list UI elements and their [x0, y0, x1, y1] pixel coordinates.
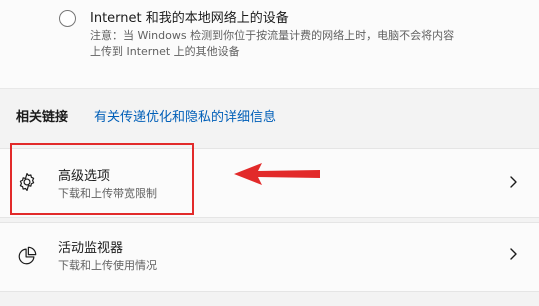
- delivery-option-card: Internet 和我的本地网络上的设备 注意：当 Windows 检测到你位于…: [0, 0, 539, 89]
- internet-devices-option-label[interactable]: Internet 和我的本地网络上的设备: [90, 7, 289, 26]
- activity-monitor-title: 活动监视器: [58, 241, 124, 256]
- option-note: 注意：当 Windows 检测到你位于按流量计费的网络上时，电脑不会将内容 上传…: [90, 28, 530, 60]
- chevron-right-icon: [510, 248, 517, 260]
- related-links-section: 相关链接 有关传递优化和隐私的详细信息: [0, 92, 539, 136]
- privacy-details-link[interactable]: 有关传递优化和隐私的详细信息: [94, 106, 276, 125]
- related-links-label: 相关链接: [16, 110, 69, 125]
- pie-chart-icon: [18, 246, 37, 265]
- activity-monitor-row[interactable]: 活动监视器 下载和上传使用情况: [0, 222, 539, 292]
- chevron-right-icon: [510, 176, 517, 188]
- red-arrow-annotation: [234, 163, 320, 185]
- highlight-box: [10, 143, 194, 215]
- option-note-line-2: 上传到 Internet 上的其他设备: [90, 45, 240, 58]
- option-note-line-1: 注意：当 Windows 检测到你位于按流量计费的网络上时，电脑不会将内容: [90, 29, 455, 42]
- internet-devices-radio[interactable]: [59, 10, 76, 27]
- activity-monitor-subtitle: 下载和上传使用情况: [58, 259, 157, 272]
